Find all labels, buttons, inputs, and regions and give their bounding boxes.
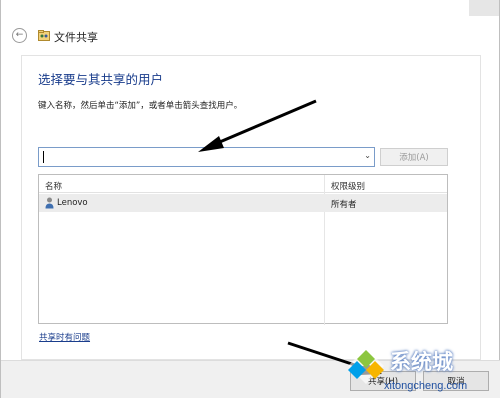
- sharing-help-link[interactable]: 共享时有问题: [39, 331, 90, 343]
- window-close-strip[interactable]: [469, 0, 499, 16]
- user-icon: [45, 197, 54, 209]
- column-header-name[interactable]: 名称: [45, 180, 62, 192]
- back-button[interactable]: ←: [12, 28, 27, 43]
- column-header-permission[interactable]: 权限级别: [331, 180, 365, 192]
- add-button[interactable]: 添加(A): [380, 148, 448, 166]
- title-bar: ← 文件共享: [1, 22, 500, 50]
- user-name-cell: Lenovo: [57, 198, 88, 208]
- watermark: 系统城 xitongcheng.com: [344, 344, 500, 398]
- window-title: 文件共享: [54, 31, 98, 44]
- table-row[interactable]: Lenovo 所有者: [39, 194, 447, 212]
- table-header: 名称 权限级别: [39, 175, 447, 193]
- instruction-text: 键入名称，然后单击“添加”，或者单击箭头查找用户。: [38, 101, 243, 111]
- back-arrow-icon: ←: [15, 30, 24, 40]
- file-share-icon: [38, 30, 50, 41]
- watermark-brand: 系统城: [390, 350, 453, 374]
- watermark-url: xitongcheng.com: [384, 380, 468, 392]
- file-sharing-window: ← 文件共享 选择要与其共享的用户 键入名称，然后单击“添加”，或者单击箭头查找…: [0, 0, 500, 398]
- page-heading: 选择要与其共享的用户: [38, 72, 164, 87]
- watermark-logo: [348, 348, 384, 384]
- user-name-combobox[interactable]: ⌄: [38, 147, 375, 167]
- user-permission-table: 名称 权限级别 Lenovo 所有者: [38, 174, 448, 325]
- permission-level-cell[interactable]: 所有者: [331, 198, 357, 210]
- chevron-down-icon[interactable]: ⌄: [364, 151, 371, 160]
- text-caret: [43, 151, 44, 163]
- content-panel: 选择要与其共享的用户 键入名称，然后单击“添加”，或者单击箭头查找用户。 ⌄ 添…: [21, 55, 481, 360]
